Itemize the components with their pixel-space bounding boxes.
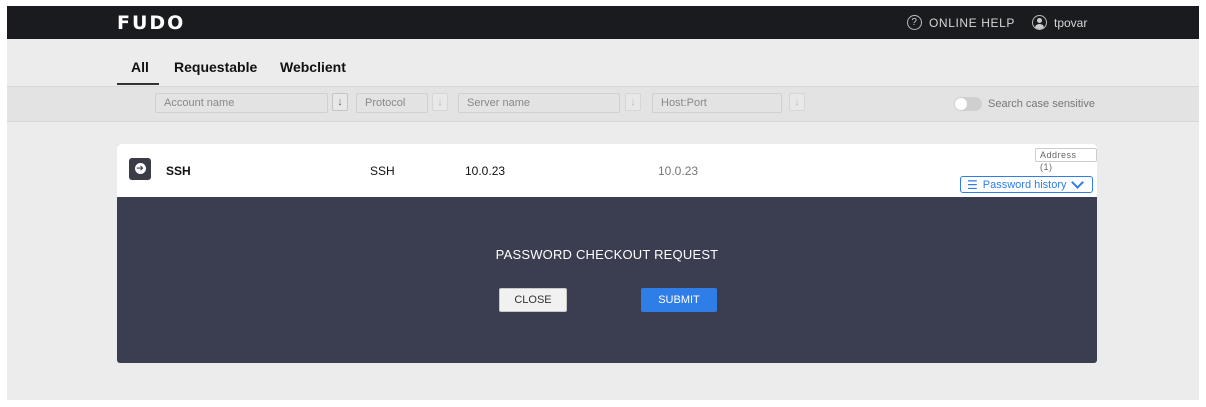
chevron-down-icon: [1070, 176, 1084, 189]
account-name: SSH: [166, 164, 191, 178]
sort-account-icon[interactable]: ↓: [332, 93, 348, 111]
case-sensitive-toggle[interactable]: [954, 97, 982, 111]
server-name-input[interactable]: [458, 93, 620, 113]
case-sensitive-label: Search case sensitive: [988, 98, 1095, 110]
window-frame-right: [1199, 0, 1206, 407]
window-frame-left: [0, 0, 7, 407]
submit-button[interactable]: SUBMIT: [641, 288, 717, 312]
password-history-label: Password history: [982, 178, 1067, 191]
address-count-badge[interactable]: Address (1): [1035, 148, 1097, 172]
top-navigation-bar: FUDO ? ONLINE HELP tpovar: [7, 6, 1199, 39]
user-menu[interactable]: tpovar: [1032, 15, 1087, 30]
account-server: 10.0.23: [465, 164, 506, 178]
tab-requestable[interactable]: Requestable: [174, 59, 257, 75]
tab-bar: All Requestable Webclient: [7, 39, 1199, 85]
account-host: 10.0.23: [658, 164, 699, 178]
online-help-label: ONLINE HELP: [929, 15, 1015, 30]
checkout-request-title: PASSWORD CHECKOUT REQUEST: [495, 247, 719, 262]
account-name-input[interactable]: [155, 93, 328, 113]
sort-protocol-icon[interactable]: ↓: [432, 93, 448, 111]
protocol-input[interactable]: [356, 93, 428, 113]
arrow-right-icon: ➔: [134, 163, 146, 174]
filter-bar: ↓ ↓ ↓ ↓ Search case sensitive: [7, 86, 1199, 122]
account-card: ➔ SSH SSH 10.0.23 10.0.23 Address (1) ☰ …: [117, 144, 1097, 363]
window-frame-bottom: [0, 400, 1206, 407]
active-tab-indicator: [117, 83, 159, 85]
close-button[interactable]: CLOSE: [499, 288, 567, 312]
list-icon: ☰: [967, 177, 978, 192]
expand-account-button[interactable]: ➔: [129, 158, 151, 180]
sort-host-icon[interactable]: ↓: [789, 93, 805, 111]
sort-server-icon[interactable]: ↓: [625, 93, 641, 111]
password-history-button[interactable]: ☰ Password history: [960, 176, 1093, 193]
tab-webclient[interactable]: Webclient: [280, 59, 346, 75]
host-port-input[interactable]: [652, 93, 782, 113]
fudo-logo[interactable]: FUDO: [117, 12, 185, 34]
tab-all[interactable]: All: [131, 59, 149, 75]
user-avatar-icon: [1032, 15, 1047, 30]
account-row[interactable]: ➔ SSH SSH 10.0.23 10.0.23 Address (1) ☰ …: [117, 144, 1097, 197]
user-name: tpovar: [1054, 15, 1088, 30]
help-icon: ?: [907, 15, 922, 30]
online-help-link[interactable]: ? ONLINE HELP: [907, 15, 1015, 30]
account-protocol: SSH: [370, 164, 395, 178]
